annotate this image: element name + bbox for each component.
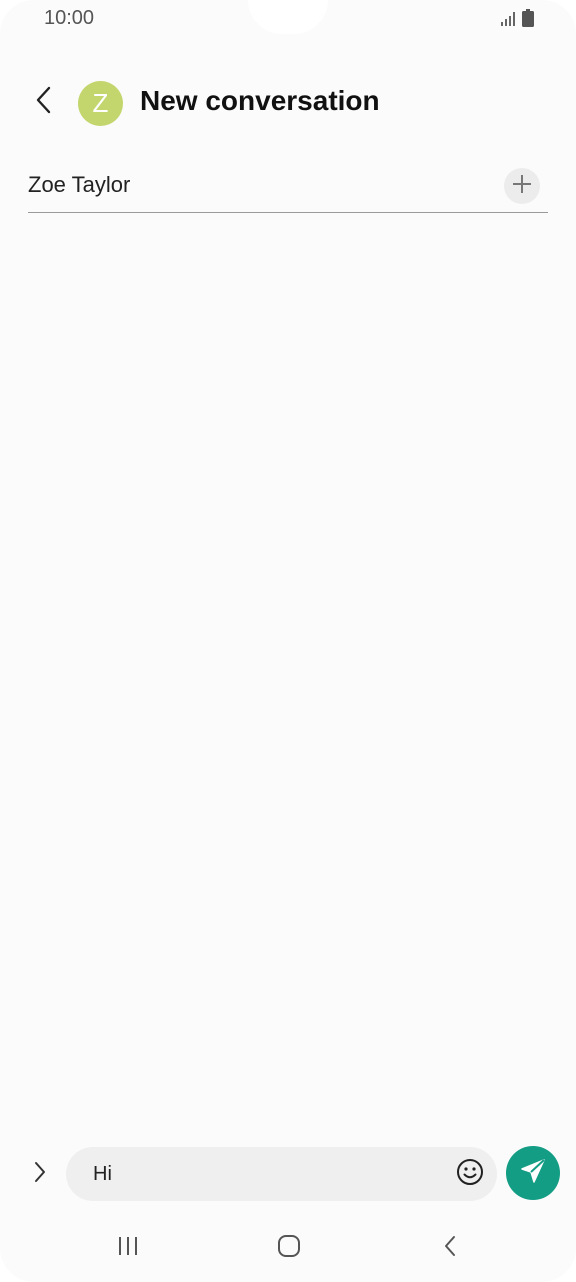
recents-icon [117,1235,139,1262]
send-button[interactable] [506,1146,560,1200]
home-icon [277,1234,301,1263]
chevron-left-icon [34,85,54,120]
emoji-button[interactable] [455,1158,485,1191]
system-nav-bar [0,1222,576,1274]
back-button[interactable] [24,82,64,122]
status-bar: 10:00 [0,0,576,40]
message-input[interactable]: Hi [66,1147,497,1201]
send-icon [519,1157,547,1190]
signal-icon [500,11,516,32]
recipient-field[interactable]: Zoe Taylor [28,160,548,213]
nav-back-button[interactable] [428,1230,472,1266]
plus-icon [512,174,532,199]
message-input-value: Hi [93,1163,112,1185]
phone-screen: 10:00 Z New conversation Zoe Taylor Hi [0,0,576,1282]
recipient-chip[interactable]: Zoe Taylor [28,172,130,198]
back-icon [442,1234,458,1263]
smiley-icon [456,1158,484,1191]
add-recipient-button[interactable] [504,168,540,204]
compose-bar: Hi [0,1144,576,1204]
status-time: 10:00 [44,7,95,29]
expand-options-button[interactable] [24,1156,56,1192]
app-header: Z New conversation [0,70,576,136]
avatar[interactable]: Z [78,81,123,126]
chevron-right-icon [33,1160,47,1189]
page-title: New conversation [140,85,380,116]
recents-button[interactable] [106,1230,150,1266]
home-button[interactable] [267,1230,311,1266]
battery-icon [522,9,534,32]
status-icons [500,9,534,32]
